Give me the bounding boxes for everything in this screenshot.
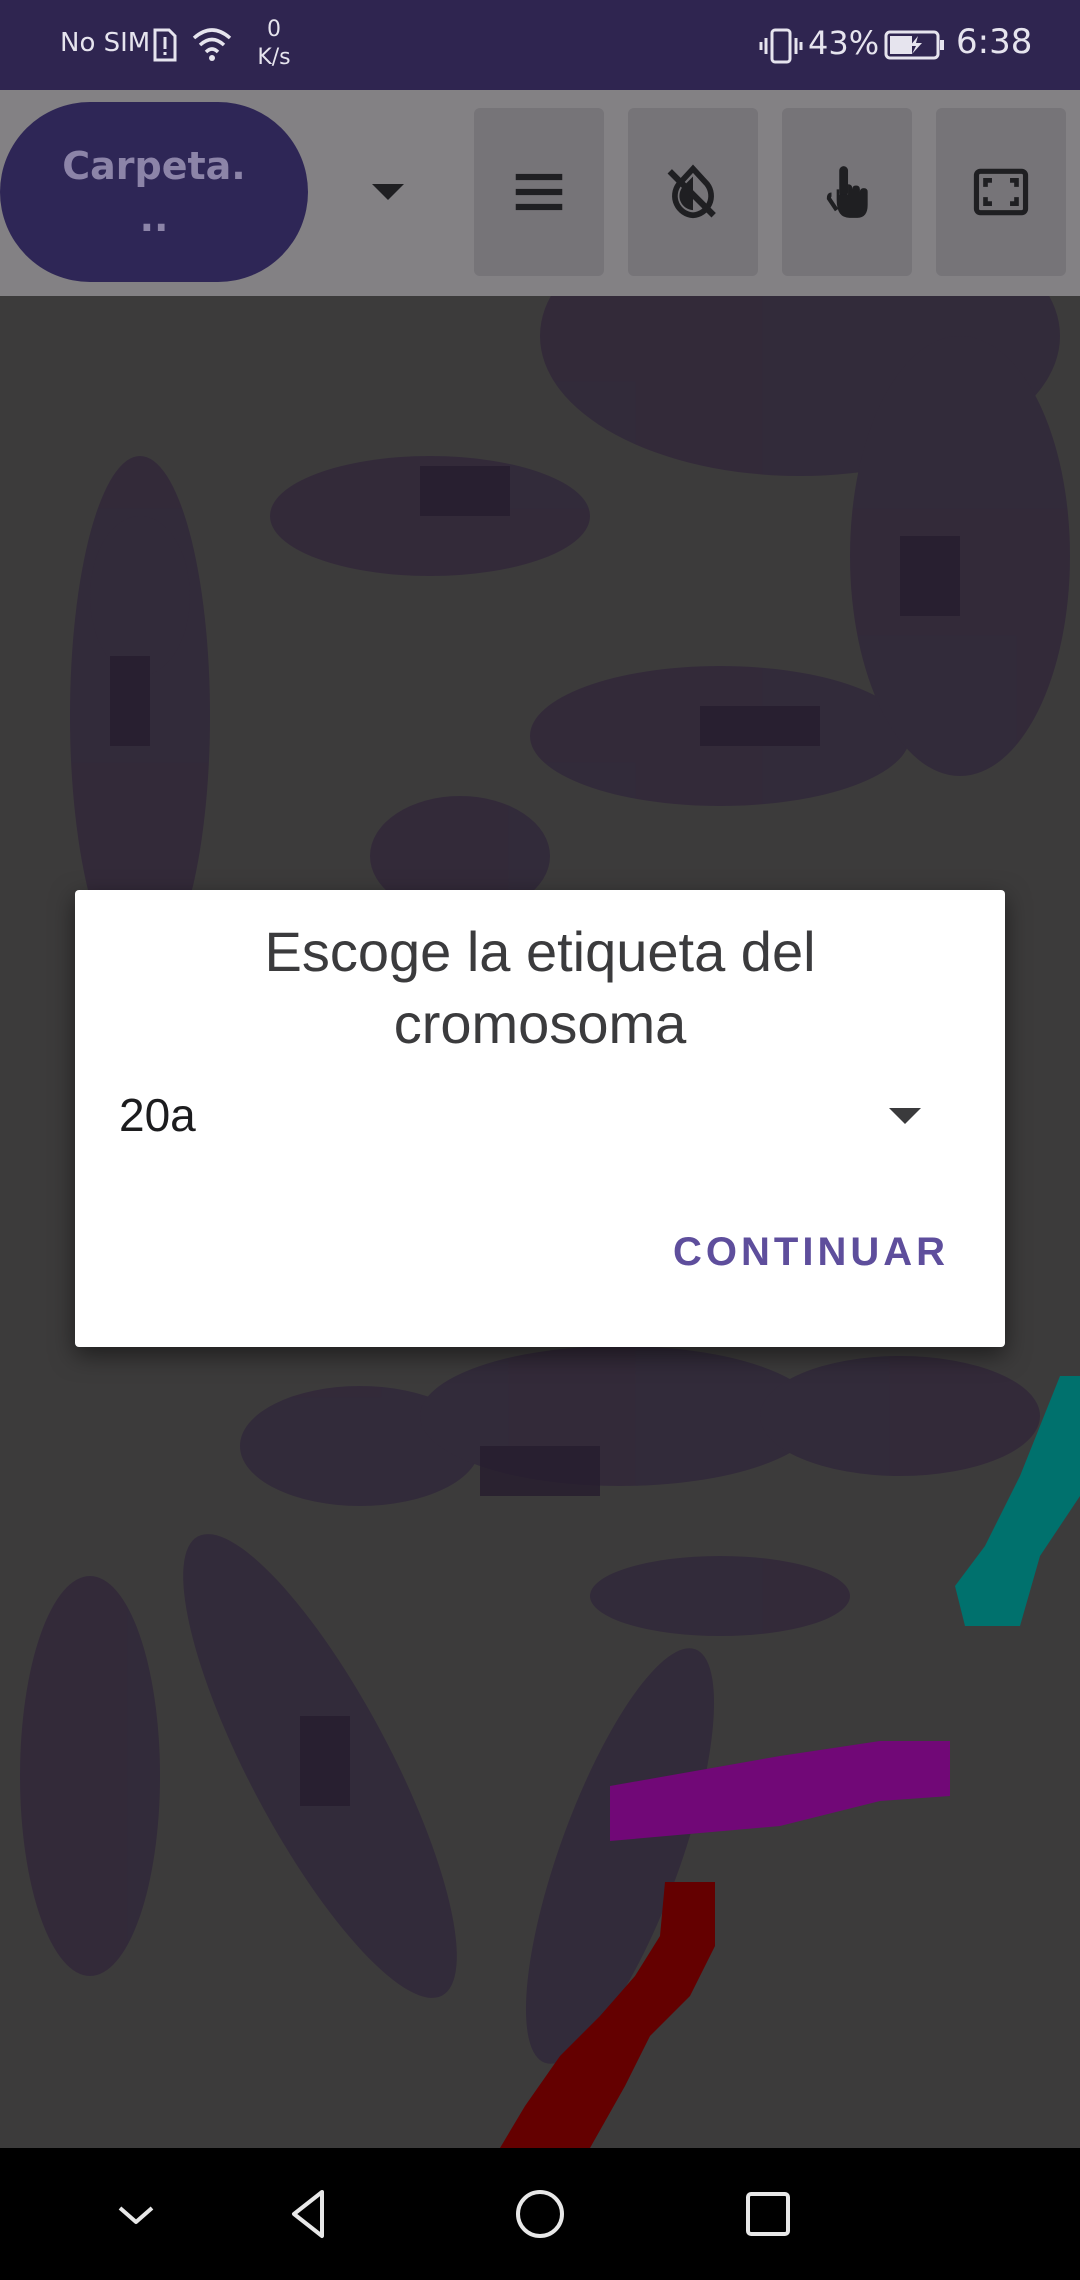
chromosome-label-select[interactable]: 20a [119, 1080, 961, 1150]
fullscreen-button[interactable] [936, 108, 1066, 276]
dialog-title: Escoge la etiqueta del cromosoma [264, 920, 816, 1055]
menu-button[interactable] [474, 108, 604, 276]
sim-alert-icon [153, 28, 177, 62]
folder-button-ellipsis: .. [139, 196, 169, 240]
status-bar: No SIM 0 K/s 43% 6:38 [0, 0, 1080, 90]
hide-keyboard-icon[interactable] [106, 2184, 166, 2244]
invert-colors-button[interactable] [628, 108, 758, 276]
touch-icon [826, 166, 868, 218]
battery-charging-icon [884, 30, 944, 60]
toolbar: Carpeta. .. [0, 90, 1080, 296]
folder-dropdown-arrow-icon[interactable] [372, 184, 404, 200]
network-speed: 0 K/s [244, 16, 304, 72]
folder-button[interactable]: Carpeta. .. [0, 102, 308, 282]
network-speed-unit: K/s [257, 45, 291, 70]
home-icon[interactable] [510, 2184, 570, 2244]
chevron-down-icon [889, 1108, 921, 1124]
selected-label-value: 20a [119, 1089, 196, 1141]
label-dialog: Escoge la etiqueta del cromosoma 20a CON… [75, 890, 1005, 1347]
fullscreen-icon [973, 168, 1029, 216]
menu-icon [515, 173, 563, 211]
back-icon[interactable] [280, 2184, 340, 2244]
network-speed-value: 0 [267, 17, 281, 42]
recents-icon[interactable] [738, 2184, 798, 2244]
invert-colors-off-icon [667, 164, 716, 219]
sim-status: No SIM [60, 28, 151, 58]
wifi-icon [192, 28, 232, 61]
touch-mode-button[interactable] [782, 108, 912, 276]
battery-percent: 43% [808, 24, 880, 62]
navigation-bar [0, 2148, 1080, 2280]
continue-button[interactable]: CONTINUAR [673, 1230, 949, 1275]
folder-button-label: Carpeta. [62, 144, 246, 188]
vibrate-icon [759, 28, 803, 64]
clock: 6:38 [956, 22, 1033, 62]
